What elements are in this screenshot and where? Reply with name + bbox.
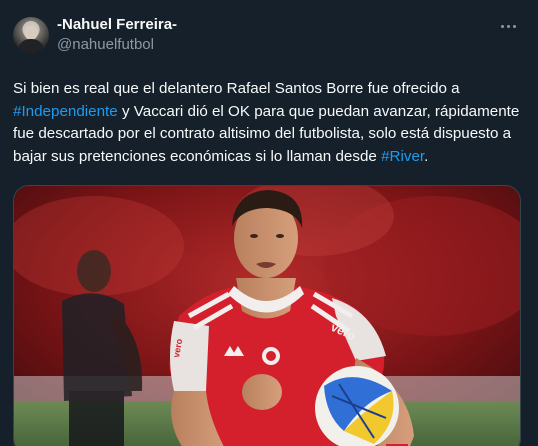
right-eye <box>276 234 284 238</box>
background-player-head <box>77 250 111 292</box>
fist <box>242 374 282 410</box>
tweet-text: Si bien es real que el delantero Rafael … <box>13 78 523 168</box>
more-dot <box>506 24 510 28</box>
tweet-photo[interactable]: vero vero <box>13 185 521 446</box>
avatar-torso-shape <box>18 39 44 53</box>
avatar[interactable] <box>13 17 49 53</box>
tweet-text-part: . <box>424 147 429 165</box>
tweet[interactable]: -Nahuel Ferreira- @nahuelfutbol Si bien … <box>0 0 538 446</box>
handle[interactable]: @nahuelfutbol <box>57 35 177 55</box>
tweet-text-part: Si bien es real que el delantero Rafael … <box>13 80 460 97</box>
left-eye <box>250 234 258 238</box>
author-names: -Nahuel Ferreira- @nahuelfutbol <box>57 14 177 55</box>
photo-illustration: vero vero <box>14 186 520 446</box>
tweet-header: -Nahuel Ferreira- @nahuelfutbol <box>13 14 522 60</box>
hashtag-river[interactable]: #River <box>381 148 424 165</box>
more-dot <box>512 24 516 28</box>
club-crest-inner <box>266 351 276 361</box>
more-dot <box>500 24 504 28</box>
avatar-head-shape <box>24 25 38 40</box>
hashtag-independiente[interactable]: #Independiente <box>13 103 118 120</box>
background-player-leg <box>69 391 124 446</box>
more-horizontal-icon[interactable] <box>496 14 520 38</box>
display-name[interactable]: -Nahuel Ferreira- <box>57 15 177 35</box>
